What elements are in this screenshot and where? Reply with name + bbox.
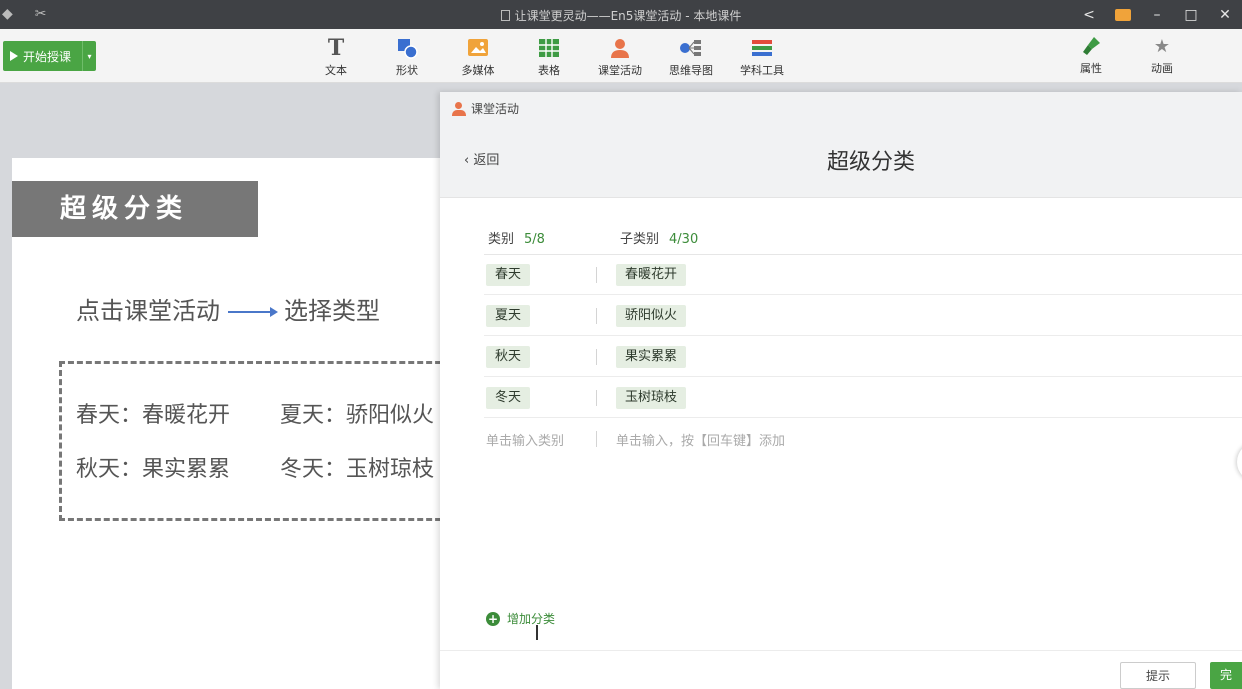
subcategory-tag[interactable]: 春暖花开: [616, 264, 687, 286]
text-icon: T: [327, 35, 345, 61]
column-separator: [596, 349, 597, 365]
window-controls: < – □ ✕: [1072, 0, 1242, 29]
subcategory-tag[interactable]: 玉树琼枝: [616, 387, 687, 409]
shape-icon: [377, 37, 437, 59]
slide-title[interactable]: 超级分类: [12, 181, 258, 237]
share-icon[interactable]: <: [1072, 7, 1106, 23]
minimize-button[interactable]: –: [1140, 7, 1174, 23]
slide-instruction[interactable]: 点击课堂活动 选择类型: [76, 291, 380, 326]
slide-pair-winter[interactable]: 冬天：玉树琼枝: [280, 451, 434, 483]
footer-divider: [440, 650, 1242, 651]
maximize-button[interactable]: □: [1174, 7, 1208, 23]
subcategory-tag[interactable]: 骄阳似火: [616, 305, 687, 327]
slide-pair-summer[interactable]: 夏天：骄阳似火: [280, 397, 434, 429]
done-button[interactable]: 完: [1210, 662, 1242, 689]
play-icon: [10, 51, 18, 61]
column-separator: [596, 390, 597, 406]
category-row: 秋天 果实累累: [484, 337, 1242, 377]
tool-table[interactable]: 表格: [519, 37, 579, 78]
tool-text[interactable]: T 文本: [306, 35, 366, 78]
slide-pair-spring[interactable]: 春天：春暖花开: [76, 397, 230, 429]
activity-icon: [590, 37, 650, 59]
mail-icon[interactable]: [1106, 7, 1140, 23]
start-teaching-button[interactable]: 开始授课 ▾: [3, 41, 96, 71]
subcategory-tag[interactable]: 果实累累: [616, 346, 687, 368]
category-count: 5/8: [524, 232, 545, 247]
arrow-right-icon: [228, 307, 278, 317]
tool-media[interactable]: 多媒体: [448, 37, 508, 78]
toolbar: 开始授课 ▾ T 文本 形状 多媒体 表格 课堂活动 思维导图 学科工具 属性 …: [0, 29, 1242, 83]
add-category-button[interactable]: + 增加分类: [486, 610, 555, 627]
stars-icon: ★: [1153, 35, 1171, 57]
modal-title: 超级分类: [826, 150, 915, 175]
tab-properties[interactable]: 属性: [1066, 35, 1116, 76]
subcategory-input[interactable]: 单击输入，按【回车键】添加: [616, 430, 785, 449]
brush-icon: [1066, 35, 1116, 57]
activity-icon: [452, 101, 466, 116]
category-header: 类别 5/8: [488, 232, 545, 247]
category-tag[interactable]: 春天: [486, 264, 531, 286]
tool-mindmap[interactable]: 思维导图: [661, 37, 721, 78]
column-separator: [596, 267, 597, 283]
title-bar: ◆ ✂ 让课堂更灵动——En5课堂活动 - 本地课件 < – □ ✕: [0, 0, 1242, 29]
activity-modal: 课堂活动 ‹ 返回 超级分类 类别 5/8 子类别 4/30 春天 春暖花开 夏天 …: [440, 92, 1242, 689]
subcategory-header: 子类别 4/30: [620, 232, 699, 247]
subject-tools-icon: [732, 37, 792, 59]
media-icon: [448, 37, 508, 59]
column-separator: [596, 308, 597, 324]
category-tag[interactable]: 冬天: [486, 387, 531, 409]
table-icon: [519, 37, 579, 59]
start-dropdown-button[interactable]: ▾: [82, 41, 96, 71]
plus-icon: +: [486, 611, 500, 626]
dashed-frame: [59, 361, 459, 521]
category-tag[interactable]: 秋天: [486, 346, 531, 368]
document-icon: [500, 10, 510, 21]
subcategory-count: 4/30: [669, 232, 699, 247]
hint-button[interactable]: 提示: [1120, 662, 1196, 689]
text-cursor: [536, 625, 538, 640]
column-separator: [596, 431, 597, 447]
close-button[interactable]: ✕: [1208, 7, 1242, 23]
tool-activity[interactable]: 课堂活动: [590, 37, 650, 78]
slide-pair-autumn[interactable]: 秋天：果实累累: [76, 451, 230, 483]
category-row: 冬天 玉树琼枝: [484, 378, 1242, 418]
category-input[interactable]: 单击输入类别: [486, 430, 564, 449]
category-row: 春天 春暖花开: [484, 255, 1242, 295]
tab-animation[interactable]: ★ 动画: [1137, 35, 1187, 76]
new-category-row: 单击输入类别 单击输入，按【回车键】添加: [484, 419, 1242, 459]
tool-shape[interactable]: 形状: [377, 37, 437, 78]
modal-caption: 课堂活动: [452, 100, 519, 117]
modal-header: 课堂活动 ‹ 返回 超级分类: [440, 92, 1242, 198]
tool-subject-tools[interactable]: 学科工具: [732, 37, 792, 78]
category-tag[interactable]: 夏天: [486, 305, 531, 327]
window-title: 让课堂更灵动——En5课堂活动 - 本地课件: [0, 7, 1242, 24]
mindmap-icon: [661, 37, 721, 59]
category-row: 夏天 骄阳似火: [484, 296, 1242, 336]
